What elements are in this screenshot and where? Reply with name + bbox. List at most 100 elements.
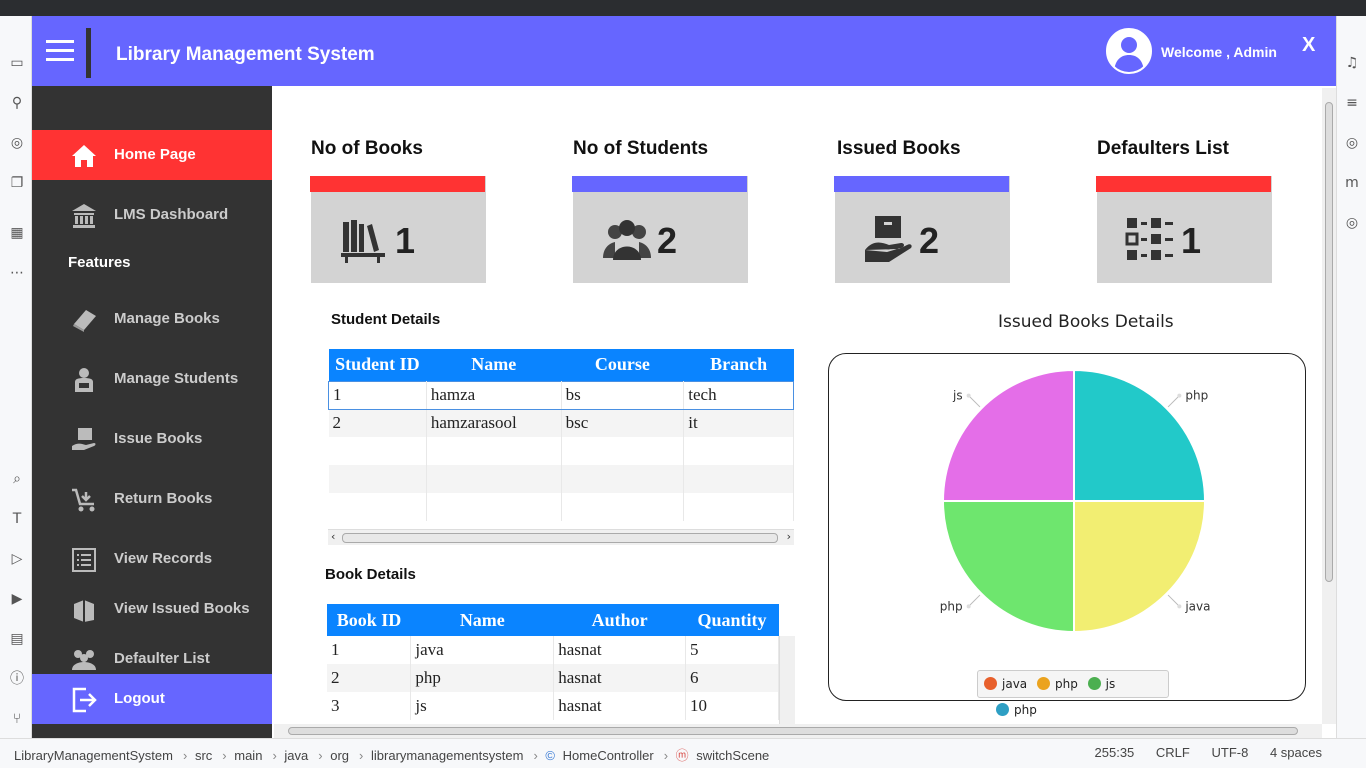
breadcrumb-separator-icon: ›	[663, 748, 669, 763]
git-icon[interactable]: ⑂	[8, 710, 26, 728]
pie-label-line	[1167, 395, 1180, 408]
scroll-thumb[interactable]	[1325, 102, 1333, 582]
run-icon[interactable]: ▶	[8, 590, 26, 608]
maven-icon[interactable]: m	[1343, 174, 1361, 192]
scroll-right-icon[interactable]: ›	[787, 530, 791, 543]
plugin-icon[interactable]: ◎	[1343, 134, 1361, 152]
legend-dot	[996, 703, 1009, 716]
table-row[interactable]: 2 php hasnat 6	[327, 664, 779, 692]
sidebar-item-view-records[interactable]: View Records	[32, 534, 272, 584]
breadcrumb-separator-icon: ›	[222, 748, 227, 763]
card-value: 2	[657, 220, 678, 261]
column-header[interactable]: Name	[426, 349, 562, 381]
breadcrumb-item[interactable]: HomeController	[563, 748, 654, 763]
card-defaulters[interactable]: 1	[1096, 176, 1272, 283]
play-circle-icon[interactable]: ▷	[8, 550, 26, 568]
breadcrumb-item[interactable]: LibraryManagementSystem	[14, 748, 173, 763]
table-row[interactable]: 3 js hasnat 10	[327, 692, 779, 720]
pie-label-line	[1167, 594, 1180, 607]
app-vertical-scrollbar[interactable]	[1322, 88, 1336, 724]
people-group-icon	[72, 650, 96, 670]
student-icon	[75, 368, 93, 392]
sidebar-item-view-issued-books[interactable]: View Issued Books	[32, 584, 272, 634]
cursor-position[interactable]: 255:35	[1095, 745, 1135, 760]
terminal-icon[interactable]: ▤	[8, 630, 26, 648]
sidebar-item-issue-books[interactable]: Issue Books	[32, 414, 272, 464]
grid-icon[interactable]: ▦	[8, 224, 26, 242]
structure-icon[interactable]: ⚲	[8, 94, 26, 112]
table-cell: hasnat	[553, 692, 687, 720]
problems-icon[interactable]: ⓘ	[8, 670, 26, 688]
table-cell: it	[683, 409, 794, 437]
sidebar-item-logout[interactable]: Logout	[32, 674, 272, 724]
bell-icon[interactable]: ♫	[1343, 54, 1361, 72]
breadcrumb-item[interactable]: main	[234, 748, 262, 763]
main-content: No of Books 1 No of Students 2 Issued Bo…	[274, 88, 1322, 726]
table-row[interactable]: 1 hamza bs tech	[328, 380, 794, 410]
app-window: Library Management System Welcome , Admi…	[32, 16, 1336, 738]
sidebar-item-manage-students[interactable]: Manage Students	[32, 354, 272, 404]
indent-setting[interactable]: 4 spaces	[1270, 745, 1322, 760]
card-value: 1	[1181, 220, 1202, 261]
column-header[interactable]: Branch	[683, 349, 794, 381]
column-header[interactable]: Name	[410, 604, 554, 636]
breadcrumb-item[interactable]: java	[284, 748, 308, 763]
breadcrumb-item[interactable]: org	[330, 748, 349, 763]
breadcrumb-separator-icon: ›	[359, 748, 364, 763]
close-button[interactable]: X	[1302, 34, 1315, 57]
search-icon[interactable]: ⌕	[8, 470, 26, 488]
ai-icon[interactable]: ◎	[1343, 214, 1361, 232]
sidebar-item-return-books[interactable]: Return Books	[32, 474, 272, 524]
student-table[interactable]: Student ID Name Course Branch 1 hamza bs…	[328, 349, 794, 521]
breadcrumb-item[interactable]: switchScene	[696, 748, 769, 763]
sidebar-item-lms-dashboard[interactable]: LMS Dashboard	[32, 190, 272, 240]
sidebar-item-label: LMS Dashboard	[114, 206, 229, 223]
hamburger-menu-icon[interactable]	[46, 40, 74, 61]
card-issued-books[interactable]: 2	[834, 176, 1010, 283]
breadcrumb-separator-icon: ›	[182, 748, 188, 763]
sidebar-item-home-page[interactable]: Home Page	[32, 130, 272, 180]
scroll-left-icon[interactable]: ‹	[331, 530, 335, 543]
breadcrumb-item[interactable]: librarymanagementsystem	[371, 748, 523, 763]
table-cell: 6	[685, 664, 779, 692]
table-cell: hasnat	[553, 636, 687, 664]
table-row-empty	[328, 493, 794, 521]
table-cell: java	[410, 636, 555, 664]
column-header[interactable]: Book ID	[327, 604, 411, 636]
breadcrumb-item[interactable]: src	[195, 748, 212, 763]
sidebar-item-label: Manage Students	[114, 370, 239, 387]
file-encoding[interactable]: UTF-8	[1211, 745, 1248, 760]
plugin-icon[interactable]: ◎	[8, 134, 26, 152]
student-table-hscroll[interactable]: ‹ ›	[328, 529, 794, 545]
column-header[interactable]: Course	[561, 349, 684, 381]
book-details-label: Book Details	[325, 566, 416, 583]
table-row[interactable]: 1 java hasnat 5	[327, 636, 779, 664]
column-header[interactable]: Author	[553, 604, 686, 636]
sidebar-item-manage-books[interactable]: Manage Books	[32, 294, 272, 344]
table-cell: bsc	[561, 409, 685, 437]
column-header[interactable]: Quantity	[685, 604, 779, 636]
line-ending[interactable]: CRLF	[1156, 745, 1190, 760]
scroll-thumb[interactable]	[342, 533, 778, 543]
book-table-vscroll[interactable]	[779, 636, 795, 724]
card-books[interactable]: 1	[310, 176, 486, 283]
student-details-label: Student Details	[331, 311, 441, 328]
more-icon[interactable]: ⋯	[8, 264, 26, 282]
table-cell: php	[410, 664, 555, 692]
scroll-thumb[interactable]	[288, 727, 1298, 735]
column-header[interactable]: Student ID	[328, 349, 427, 381]
text-icon[interactable]: T	[8, 510, 26, 528]
card-accent-bar	[572, 176, 747, 192]
avatar[interactable]	[1106, 28, 1152, 74]
legend-item: js	[1087, 671, 1115, 697]
book-table[interactable]: Book ID Name Author Quantity 1 java hasn…	[327, 604, 779, 720]
folder-icon[interactable]: ▭	[8, 54, 26, 72]
chart-container: java php js php java php js php	[828, 353, 1306, 717]
copy-icon[interactable]: ❐	[8, 174, 26, 192]
table-cell: hamzarasool	[426, 409, 562, 437]
app-horizontal-scrollbar[interactable]	[274, 724, 1322, 738]
table-row[interactable]: 2 hamzarasool bsc it	[328, 409, 794, 437]
card-students[interactable]: 2	[572, 176, 748, 283]
database-icon[interactable]: ≡	[1343, 94, 1361, 112]
sidebar-item-label: Issue Books	[114, 430, 203, 447]
